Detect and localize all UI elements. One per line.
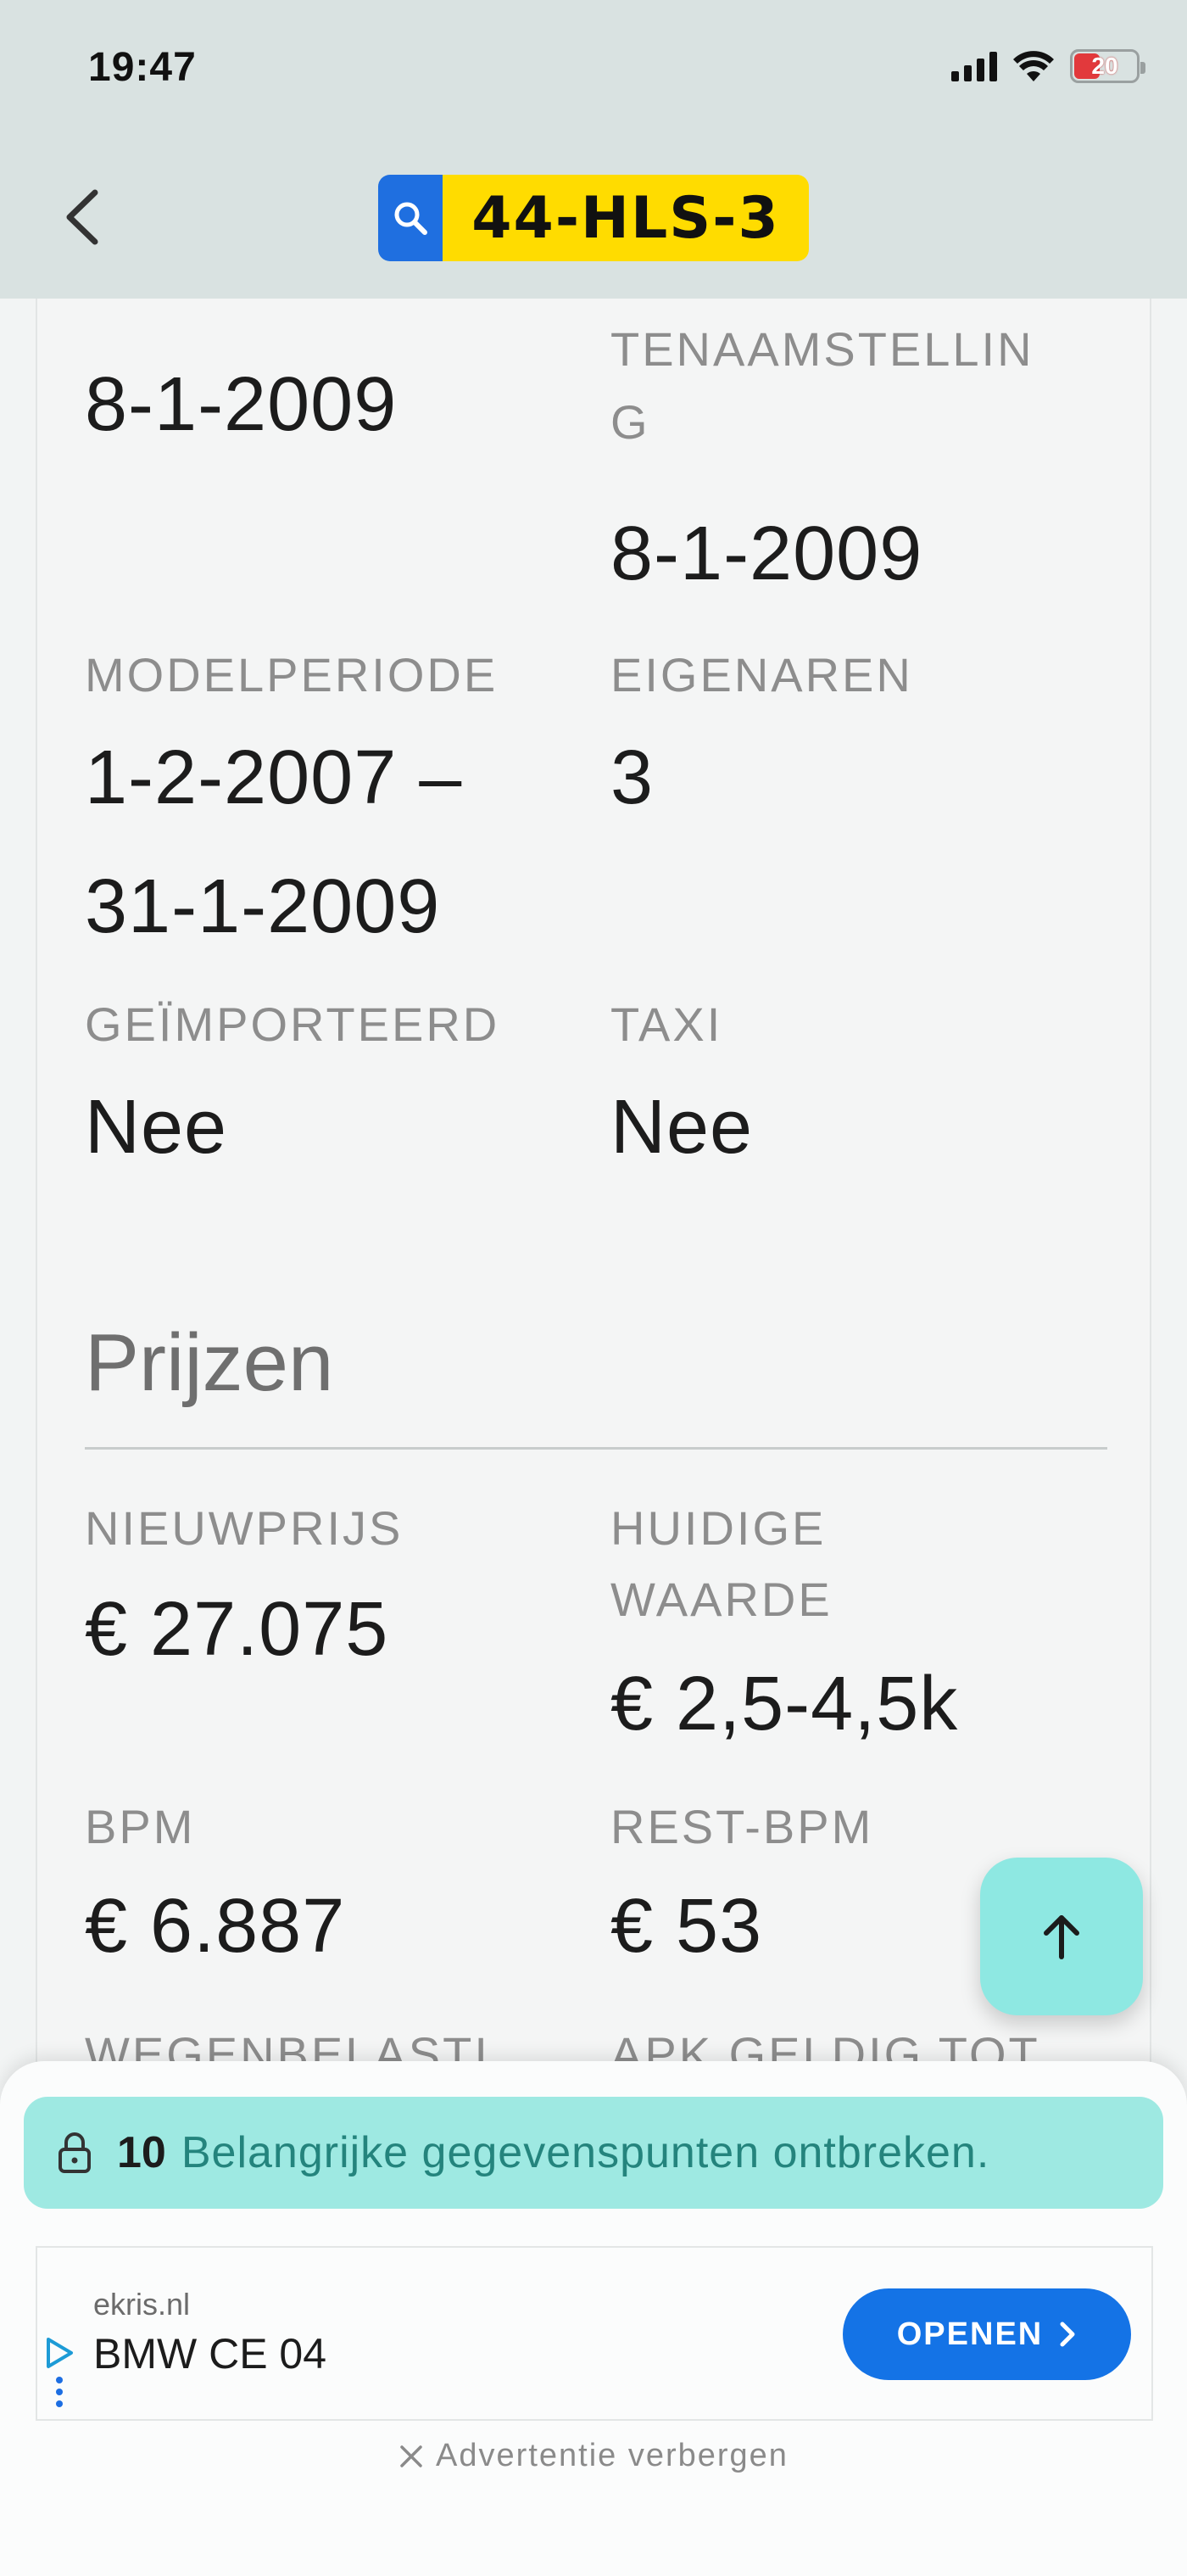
lock-icon [59, 2132, 91, 2173]
search-icon [394, 202, 427, 235]
modelperiode-label: MODELPERIODE [85, 648, 499, 701]
battery-level: 20 [1091, 53, 1118, 79]
chevron-left-icon [66, 189, 98, 245]
tenaamstelling-label-line3: G [610, 395, 650, 449]
nieuwprijs-label: NIEUWPRIJS [85, 1501, 404, 1555]
missing-count: 10 [117, 2128, 166, 2177]
eigenaren-value: 3 [610, 735, 655, 820]
hide-ad-label: Advertentie verbergen [436, 2438, 789, 2473]
cellular-signal-icon [951, 51, 997, 81]
ad-open-button[interactable]: OPENEN [843, 2288, 1131, 2380]
huidige-waarde-label-line1: HUIDIGE [610, 1501, 827, 1555]
geimporteerd-label: GEÏMPORTEERD [85, 997, 500, 1051]
prijzen-section-title: Prijzen [85, 1317, 334, 1408]
bottom-sheet: 10 Belangrijke gegevenspunten ontbreken.… [0, 2061, 1187, 2576]
plate-search-button[interactable] [378, 175, 443, 261]
huidige-waarde-value: € 2,5-4,5k [610, 1662, 959, 1746]
ad-choices-icon[interactable] [42, 2336, 76, 2370]
rest-bpm-label: REST-BPM [610, 1800, 874, 1853]
license-plate-number[interactable]: 44-HLS-3 [443, 175, 809, 261]
taxi-label: TAXI [610, 997, 723, 1051]
rest-bpm-value: € 53 [610, 1884, 763, 1969]
arrow-up-icon [1044, 1915, 1079, 1959]
vehicle-details-card: BOUWDATUM 8-1-2009 NEDERLANDSE TENAAMSTE… [36, 246, 1151, 2112]
status-icons: 20 [951, 49, 1145, 83]
status-time: 19:47 [88, 45, 197, 90]
top-bar: 19:47 20 44-HLS-3 [0, 0, 1187, 299]
missing-text: Belangrijke gegevenspunten ontbreken. [181, 2128, 990, 2177]
modelperiode-value-line2: 31-1-2009 [85, 864, 441, 949]
scroll-to-top-button[interactable] [980, 1858, 1143, 2015]
wifi-icon [1013, 51, 1054, 81]
missing-data-banner[interactable]: 10 Belangrijke gegevenspunten ontbreken. [24, 2097, 1163, 2209]
section-divider [85, 1447, 1107, 1450]
back-button[interactable] [56, 183, 107, 251]
modelperiode-value-line1: 1-2-2007 – [85, 735, 463, 820]
bpm-label: BPM [85, 1800, 196, 1853]
advertisement[interactable]: ekris.nl BMW CE 04 OPENEN [36, 2246, 1153, 2421]
license-plate-search[interactable]: 44-HLS-3 [378, 175, 809, 261]
battery-icon: 20 [1070, 49, 1145, 83]
chevron-right-icon [1060, 2322, 1075, 2347]
bpm-value: € 6.887 [85, 1884, 346, 1969]
eigenaren-label: EIGENAREN [610, 648, 913, 701]
geimporteerd-value: Nee [85, 1085, 228, 1170]
huidige-waarde-label-line2: WAARDE [610, 1573, 833, 1626]
ad-menu-icon[interactable] [56, 2377, 63, 2407]
ad-domain: ekris.nl [93, 2287, 191, 2322]
ad-open-label: OPENEN [896, 2316, 1044, 2352]
bouwdatum-value: 8-1-2009 [85, 362, 398, 447]
tenaamstelling-value: 8-1-2009 [610, 511, 923, 596]
close-icon [400, 2445, 422, 2467]
nieuwprijs-value: € 27.075 [85, 1587, 389, 1672]
tenaamstelling-label-line2: TENAAMSTELLIN [610, 322, 1034, 376]
hide-ad-link[interactable]: Advertentie verbergen [0, 2438, 1187, 2474]
ad-title: BMW CE 04 [93, 2330, 327, 2378]
taxi-value: Nee [610, 1085, 754, 1170]
